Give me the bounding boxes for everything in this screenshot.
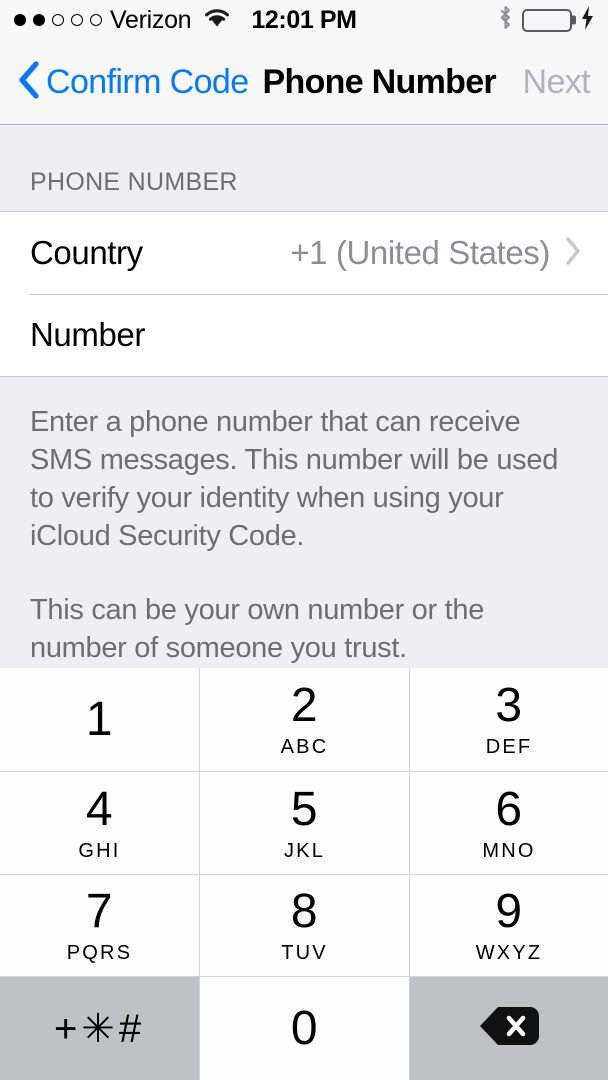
status-bar-right <box>498 5 594 35</box>
keypad-digit: 2 <box>290 679 319 732</box>
battery-body <box>522 8 576 32</box>
back-button-label: Confirm Code <box>46 62 249 101</box>
section-header-phone-number: PHONE NUMBER <box>30 168 238 196</box>
keypad-key-7[interactable]: 7 PQRS <box>0 875 199 976</box>
signal-dot-filled <box>33 14 45 26</box>
status-bar-left: Verizon <box>14 6 231 35</box>
keypad-key-2[interactable]: 2 ABC <box>200 668 409 771</box>
battery-cap <box>572 15 576 25</box>
phone-screen: Verizon 12:01 PM Confirm Code Phone Numb… <box>0 0 608 1080</box>
footer-description: Enter a phone number that can receive SM… <box>0 377 608 667</box>
battery-indicator <box>522 8 576 32</box>
keypad-key-4[interactable]: 4 GHI <box>0 772 199 874</box>
keypad-digit: 0 <box>290 1001 319 1055</box>
lightning-bolt-icon <box>581 5 594 35</box>
row-number[interactable]: Number <box>0 294 608 376</box>
keypad-key-5[interactable]: 5 JKL <box>200 772 409 874</box>
backspace-delete-icon <box>478 1004 540 1053</box>
chevron-right-icon <box>564 236 582 271</box>
keypad-letters: WXYZ <box>475 942 543 964</box>
keypad-digit: 6 <box>495 782 523 836</box>
numeric-keypad: 1 2 ABC 3 DEF 4 GHI 5 JKL 6 MNO 7 PQRS 8… <box>0 668 608 1080</box>
wifi-icon <box>203 7 231 33</box>
keypad-key-6[interactable]: 6 MNO <box>410 772 608 874</box>
page-title: Phone Number <box>262 62 497 101</box>
keypad-letters: MNO <box>482 839 536 862</box>
signal-dot-empty <box>71 14 83 26</box>
keypad-letters: ABC <box>280 736 329 758</box>
form-content: PHONE NUMBER Country +1 (United States) … <box>0 125 608 667</box>
status-bar: Verizon 12:01 PM <box>0 0 608 40</box>
signal-strength-dots <box>14 14 102 26</box>
next-button[interactable]: Next <box>522 63 590 102</box>
signal-dot-empty <box>52 14 64 26</box>
navigation-bar: Confirm Code Phone Number Next <box>0 40 608 125</box>
row-label-country: Country <box>30 234 143 271</box>
row-label-number: Number <box>30 316 145 353</box>
keypad-digit: 4 <box>85 782 114 836</box>
signal-dot-filled <box>14 14 26 26</box>
keypad-key-3[interactable]: 3 DEF <box>410 668 608 771</box>
footer-paragraph-2: This can be your own number or the numbe… <box>30 594 485 664</box>
bluetooth-icon <box>498 5 513 35</box>
footer-paragraph-1: Enter a phone number that can receive SM… <box>30 406 559 552</box>
keypad-key-8[interactable]: 8 TUV <box>200 875 409 976</box>
keypad-key-0[interactable]: 0 <box>200 977 409 1080</box>
phone-number-table: Country +1 (United States) Number <box>0 211 608 377</box>
row-value-country: +1 (United States) <box>290 234 550 271</box>
keypad-digit: 5 <box>290 782 319 836</box>
keypad-digit: 8 <box>290 885 319 938</box>
row-country[interactable]: Country +1 (United States) <box>0 212 608 294</box>
chevron-left-icon <box>18 60 40 104</box>
clock-label: 12:01 PM <box>251 5 357 34</box>
keypad-key-symbols[interactable]: +✳# <box>0 977 199 1080</box>
keypad-letters: PQRS <box>66 942 133 964</box>
keypad-key-1[interactable]: 1 <box>0 668 199 771</box>
carrier-label: Verizon <box>110 5 192 34</box>
keypad-digit: 3 <box>495 679 523 732</box>
phone-number-input[interactable] <box>252 316 582 354</box>
keypad-letters: JKL <box>283 839 326 862</box>
keypad-letters: DEF <box>485 736 533 758</box>
keypad-letters: GHI <box>78 839 121 862</box>
keypad-letters: TUV <box>281 942 328 964</box>
back-button[interactable]: Confirm Code <box>18 60 249 104</box>
keypad-digit: 7 <box>85 885 114 938</box>
keypad-digit: 9 <box>495 885 523 938</box>
keypad-key-delete[interactable] <box>410 977 608 1080</box>
keypad-digit: 1 <box>85 692 114 746</box>
signal-dot-empty <box>90 14 102 26</box>
keypad-symbols: +✳# <box>53 1006 146 1051</box>
keypad-key-9[interactable]: 9 WXYZ <box>410 875 608 976</box>
